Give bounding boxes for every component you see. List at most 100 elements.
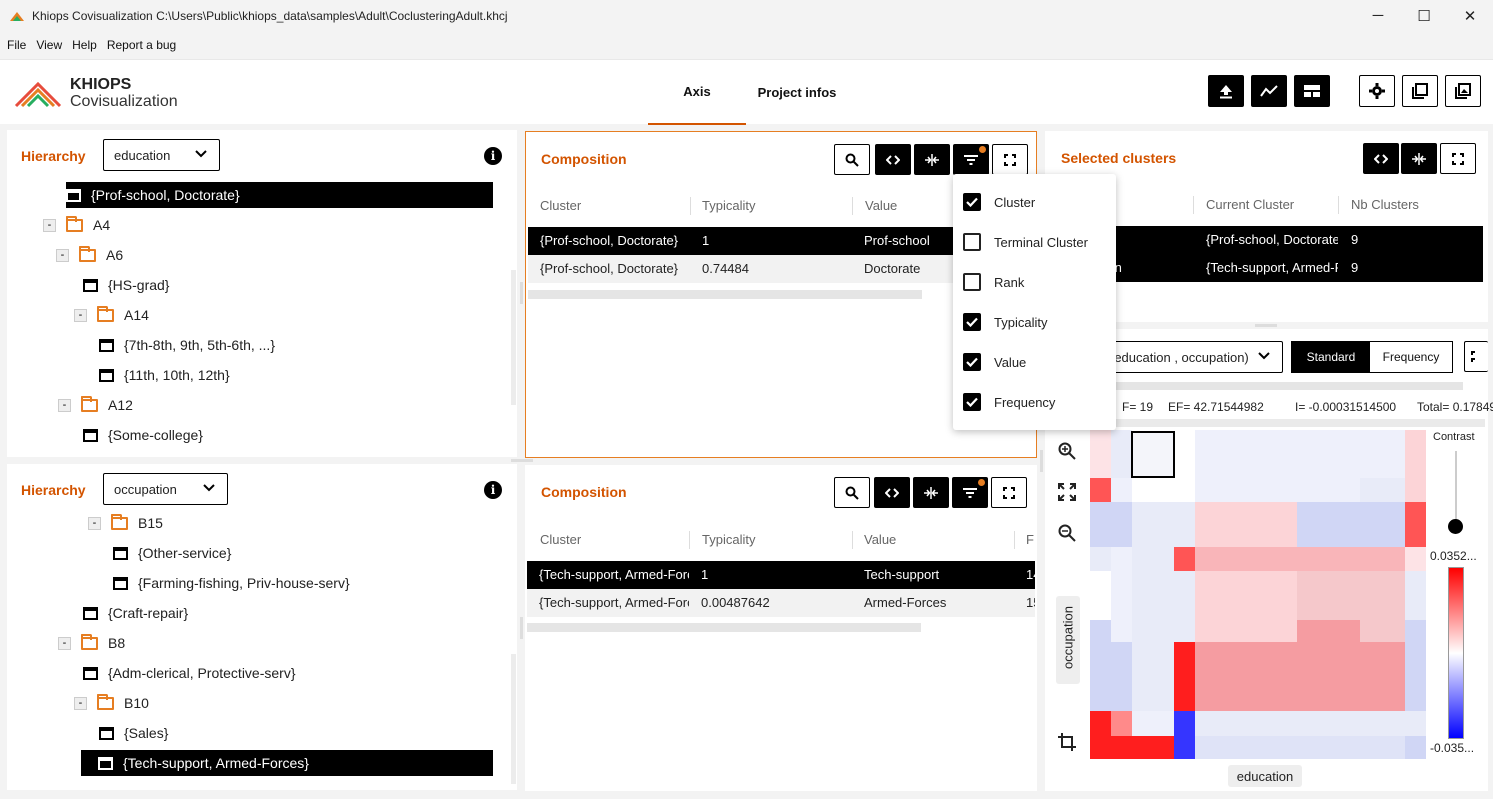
matrix-cell[interactable] [1174,736,1195,759]
fit-button[interactable] [1056,481,1078,503]
menu-view[interactable]: View [36,38,62,52]
matrix-cell[interactable] [1297,502,1360,547]
matrix-cell[interactable] [1111,711,1132,736]
tree-scrollbar[interactable] [511,654,516,784]
matrix-cell[interactable] [1297,478,1360,502]
zoom-in-button[interactable] [1056,440,1078,462]
matrix-cell[interactable] [1090,711,1111,736]
search-button[interactable] [834,144,870,175]
matrix-cell[interactable] [1195,642,1297,711]
matrix-cell[interactable] [1174,547,1195,571]
matrix-cell[interactable] [1297,711,1360,736]
matrix-scrollbar[interactable] [1105,382,1463,390]
matrix-dimensions-select[interactable]: (education , occupation) [1105,341,1283,373]
matrix-cell[interactable] [1111,502,1132,547]
horizontal-scrollbar[interactable] [528,290,922,299]
tree-leaf-node[interactable]: {Other-service} [113,540,231,566]
matrix-cell[interactable] [1132,620,1174,642]
filter-option-terminal-cluster[interactable]: Terminal Cluster [963,222,1088,262]
column-header-value[interactable]: Value [865,198,897,213]
filter-button[interactable] [952,477,988,508]
filter-option-value[interactable]: Value [963,342,1026,382]
minimize-button[interactable]: ─ [1355,0,1401,31]
collapse-toggle[interactable]: - [74,696,87,710]
column-header-cluster[interactable]: Cluster [540,532,581,547]
close-button[interactable]: ✕ [1447,0,1493,31]
matrix-cell[interactable] [1174,620,1195,642]
collapse-toggle[interactable]: - [88,516,101,530]
tab-axis[interactable]: Axis [648,60,746,125]
matrix-cell[interactable] [1405,478,1426,502]
column-header-value[interactable]: Value [864,532,896,547]
filter-button[interactable] [953,144,989,175]
matrix-cell[interactable] [1132,736,1174,759]
table-row[interactable]: {Tech-support, Armed-Forces} 0.00487642 … [527,589,1035,617]
vertical-splitter[interactable] [1040,450,1043,472]
matrix-cell[interactable] [1111,430,1132,478]
tree-leaf-node[interactable]: {7th-8th, 9th, 5th-6th, ...} [99,332,275,358]
column-header-typicality[interactable]: Typicality [702,198,755,213]
column-header-current-cluster[interactable]: Current Cluster [1206,197,1294,212]
copy-button[interactable] [1402,75,1438,107]
horizontal-splitter[interactable] [511,459,533,462]
fullscreen-button[interactable] [1440,143,1476,174]
matrix-cell[interactable] [1195,620,1297,642]
matrix-cell[interactable] [1360,502,1405,547]
tree-leaf-node[interactable]: {Sales} [99,720,168,746]
dimension-select[interactable]: occupation [103,473,228,505]
matrix-cell[interactable] [1174,642,1195,711]
matrix-cell[interactable] [1132,547,1174,571]
info-icon[interactable]: i [484,147,502,165]
collapse-toggle[interactable]: - [43,218,56,232]
matrix-cell[interactable] [1297,736,1360,759]
tree-folder-node[interactable]: - A4 [43,212,110,238]
matrix-cell[interactable] [1360,711,1405,736]
selected-cell-highlight[interactable] [1131,431,1175,478]
tree-leaf-node[interactable]: {Craft-repair} [83,600,188,626]
matrix-cell[interactable] [1405,711,1426,736]
collapse-toggle[interactable]: - [56,248,69,262]
checkbox[interactable] [963,193,981,211]
matrix-cell[interactable] [1090,502,1111,547]
matrix-cell[interactable] [1174,502,1195,547]
tree-leaf-node[interactable]: {Tech-support, Armed-Forces} [81,750,493,776]
table-row[interactable]: {Prof-school, Doctorate} 0.74484 Doctora… [528,255,958,283]
tree-leaf-node[interactable]: {HS-grad} [83,272,169,298]
matrix-cell[interactable] [1111,478,1132,502]
matrix-cell[interactable] [1195,571,1297,620]
matrix-cell[interactable] [1297,547,1360,571]
column-header-cluster[interactable]: Cluster [540,198,581,213]
fullscreen-button[interactable] [991,477,1027,508]
maximize-button[interactable]: ☐ [1401,0,1447,31]
expand-columns-button[interactable] [1363,143,1399,174]
matrix-cell[interactable] [1360,620,1405,642]
collapse-columns-button[interactable] [913,477,949,508]
matrix-cell[interactable] [1195,736,1297,759]
matrix-cell[interactable] [1174,711,1195,736]
tree-scrollbar[interactable] [511,270,516,405]
contrast-slider-thumb[interactable] [1448,519,1463,534]
matrix-cell[interactable] [1297,571,1360,620]
matrix-cell[interactable] [1090,547,1111,571]
matrix-cell[interactable] [1405,642,1426,711]
filter-option-cluster[interactable]: Cluster [963,182,1035,222]
checkbox[interactable] [963,273,981,291]
matrix-cell[interactable] [1297,430,1360,478]
matrix-cell[interactable] [1132,711,1174,736]
collapse-toggle[interactable]: - [58,398,71,412]
collapse-columns-button[interactable] [1401,143,1437,174]
tree-folder-node[interactable]: - B10 [74,690,149,716]
y-axis-label-box[interactable]: occupation [1056,596,1080,684]
tree-folder-node[interactable]: - A12 [58,392,133,418]
matrix-cell[interactable] [1111,620,1132,642]
matrix-cell[interactable] [1360,430,1405,478]
filter-option-typicality[interactable]: Typicality [963,302,1047,342]
matrix-cell[interactable] [1090,736,1111,759]
vertical-splitter[interactable] [520,282,523,304]
expand-columns-button[interactable] [874,477,910,508]
info-icon[interactable]: i [484,481,502,499]
matrix-cell[interactable] [1132,571,1174,620]
tree-folder-node[interactable]: - B8 [58,630,125,656]
contrast-slider-track[interactable] [1455,451,1457,528]
matrix-cell[interactable] [1132,642,1174,711]
